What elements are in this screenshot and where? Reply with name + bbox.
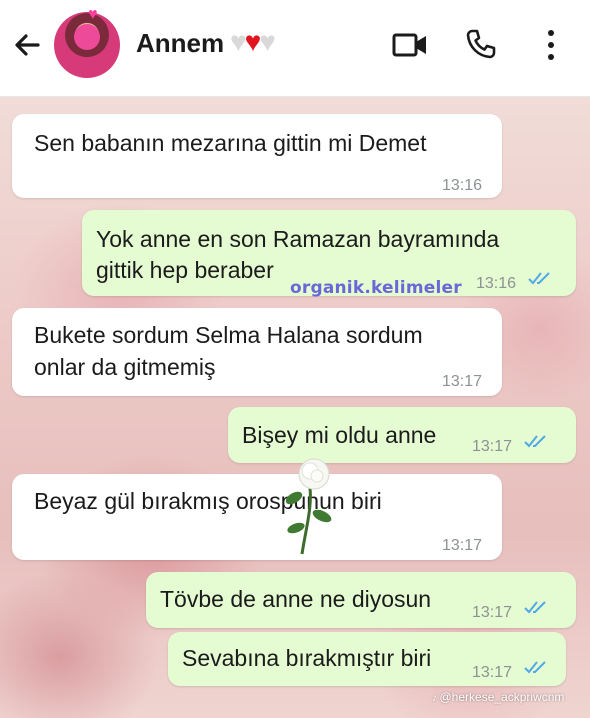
tiktok-handle: @herkese_ackpriwcnm [439,690,565,704]
message-text: Sevabına bırakmıştır biri [182,645,432,671]
white-heart-icon: ♥ [230,26,247,57]
message-incoming[interactable]: Sen babanın mezarına gittin mi Demet 13:… [12,114,502,198]
message-text-line: gittik hep beraber [96,257,274,283]
message-text-line: onlar da gitmemiş [34,354,216,380]
message-incoming[interactable]: Beyaz gül bırakmış orospunun biri 13:17 [12,474,502,560]
message-incoming[interactable]: Bukete sordum Selma Halana sordum onlar … [12,308,502,396]
contact-avatar[interactable] [54,12,120,78]
video-call-icon[interactable] [392,31,428,59]
read-receipt-icon [524,601,546,614]
read-receipt-icon [524,435,546,448]
back-arrow-icon[interactable] [10,28,44,62]
chat-header: ♥ Annem ♥♥♥ [0,0,590,97]
name-heart-emojis: ♥♥♥ [230,26,276,58]
message-outgoing[interactable]: Sevabına bırakmıştır biri 13:17 [168,632,566,686]
avatar-heart-icon: ♥ [88,6,98,23]
message-text: Bişey mi oldu anne [242,422,437,448]
tiktok-logo-icon: ♪ [432,692,438,704]
contact-name[interactable]: Annem [136,28,224,59]
more-options-icon[interactable] [540,28,562,62]
message-text-line: Bukete sordum Selma Halana sordum [34,322,423,348]
message-time: 13:17 [442,373,483,390]
message-time: 13:16 [442,177,483,194]
voice-call-icon[interactable] [465,28,497,60]
white-heart-icon: ♥ [259,26,276,57]
message-text-line: Yok anne en son Ramazan bayramında [96,226,500,252]
watermark-text: organik.kelimeler [290,278,462,298]
red-heart-icon: ♥ [244,26,262,57]
message-outgoing[interactable]: Tövbe de anne ne diyosun 13:17 [146,572,576,628]
message-time: 13:17 [472,664,513,681]
avatar-sticker [74,24,100,50]
tiktok-watermark: ♪ @herkese_ackpriwcnm [432,690,564,704]
read-receipt-icon [524,661,546,674]
message-outgoing[interactable]: Bişey mi oldu anne 13:17 [228,407,576,463]
message-time: 13:17 [472,604,513,621]
message-time: 13:16 [476,275,517,292]
message-time: 13:17 [442,537,483,554]
message-time: 13:17 [472,438,513,455]
read-receipt-icon [528,272,550,285]
message-text: Sen babanın mezarına gittin mi Demet [34,130,427,156]
message-text: Tövbe de anne ne diyosun [160,586,432,612]
white-rose-sticker [285,458,332,555]
